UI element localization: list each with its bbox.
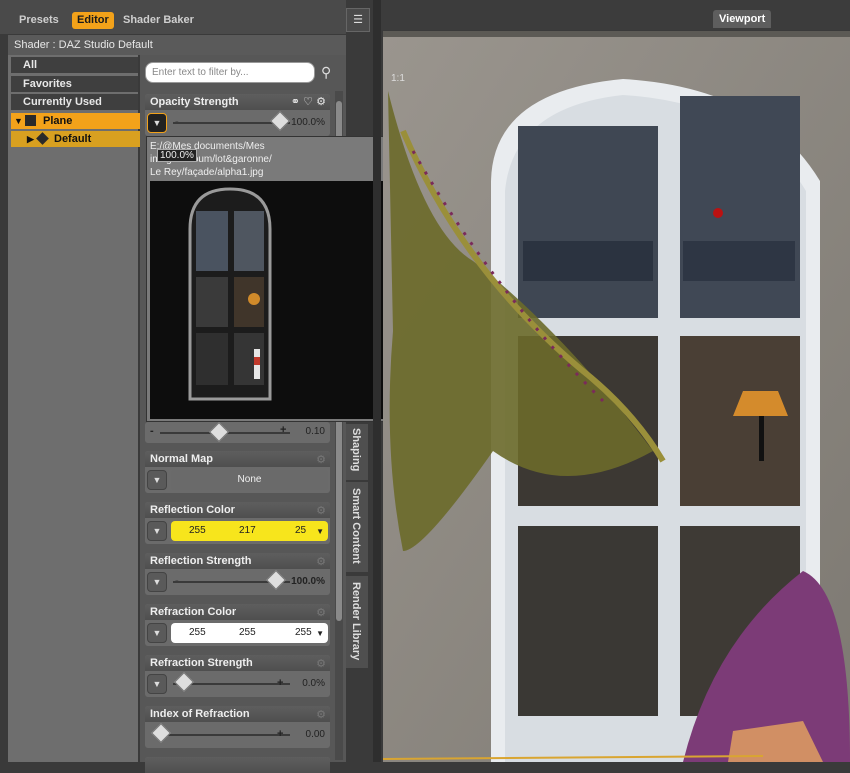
texture-dropdown-button[interactable]: ▼ bbox=[147, 113, 167, 133]
material-icon bbox=[36, 132, 49, 145]
color-picker-arrow-icon[interactable]: ▼ bbox=[316, 629, 324, 638]
refraction-strength-property: Refraction Strength ⚙ ▼ + 0.0% bbox=[145, 655, 330, 697]
tree-category-currently-used[interactable]: Currently Used bbox=[11, 94, 138, 110]
pane-options-icon[interactable]: ☰ bbox=[346, 8, 370, 32]
side-tab-smart-content[interactable]: Smart Content bbox=[346, 482, 368, 572]
texture-dropdown-button[interactable]: ▼ bbox=[147, 470, 167, 490]
property-label: Reflection Strength bbox=[145, 553, 330, 569]
texture-dropdown-button[interactable]: ▼ bbox=[147, 572, 167, 592]
color-r: 255 bbox=[189, 627, 206, 638]
refraction-color-field[interactable]: 255 255 255 ▼ bbox=[171, 623, 328, 643]
index-of-refraction-slider[interactable] bbox=[155, 734, 290, 736]
tree-node-plane[interactable]: ▼ Plane bbox=[11, 113, 146, 129]
tree-category-all[interactable]: All bbox=[11, 57, 138, 73]
slider-value[interactable]: 100.0% bbox=[291, 117, 325, 128]
color-b: 255 bbox=[295, 627, 312, 638]
gear-icon[interactable]: ⚙ bbox=[316, 606, 326, 619]
texture-dropdown-button[interactable]: ▼ bbox=[147, 674, 167, 694]
pane-tab-bar: Presets Editor Shader Baker bbox=[0, 0, 346, 34]
slider-thumb[interactable] bbox=[266, 570, 286, 590]
link-icon[interactable]: ⚭ bbox=[291, 95, 300, 108]
normal-map-property: Normal Map ⚙ ▼ None bbox=[145, 451, 330, 493]
gear-icon[interactable]: ⚙ bbox=[316, 708, 326, 721]
side-tab-render-library[interactable]: Render Library bbox=[346, 576, 368, 668]
favorite-heart-icon[interactable]: ♡ bbox=[303, 95, 313, 108]
property-label: Index of Refraction bbox=[145, 706, 330, 722]
increment-icon[interactable]: + bbox=[280, 424, 286, 436]
tree-category-favorites[interactable]: Favorites bbox=[11, 76, 138, 92]
tree-node-label: Default bbox=[54, 133, 92, 145]
pane-divider[interactable] bbox=[373, 0, 381, 762]
viewport-tab-bar: Viewport bbox=[381, 0, 850, 30]
opacity-strength-property: Opacity Strength ⚭ ♡ ⚙ ▼ - 100.0% bbox=[145, 94, 330, 136]
window-silhouette-icon bbox=[150, 181, 388, 419]
increment-icon[interactable]: + bbox=[277, 728, 283, 740]
side-tab-label: Smart Content bbox=[350, 488, 362, 564]
slider-value[interactable]: 0.10 bbox=[306, 426, 325, 437]
side-tab-label: Shaping bbox=[350, 428, 362, 472]
reflection-strength-property: Reflection Strength ⚙ ▼ - 100.0% bbox=[145, 553, 330, 595]
tab-editor[interactable]: Editor bbox=[72, 12, 114, 29]
next-property bbox=[145, 757, 330, 773]
slider-thumb[interactable] bbox=[174, 672, 194, 692]
tab-shader-baker[interactable]: Shader Baker bbox=[118, 12, 199, 29]
search-icon[interactable]: ⚲ bbox=[321, 64, 339, 82]
slider-value[interactable]: 0.00 bbox=[306, 729, 325, 740]
material-tree: All Favorites Currently Used ▼ Plane ▶ D… bbox=[8, 55, 146, 762]
color-r: 255 bbox=[189, 525, 206, 536]
texture-preview-image bbox=[150, 181, 388, 419]
viewport-canvas[interactable]: 1:1 bbox=[383, 31, 850, 762]
side-tab-shaping[interactable]: Shaping bbox=[346, 424, 368, 480]
property-label: Reflection Color bbox=[145, 502, 330, 518]
slider-thumb[interactable] bbox=[151, 723, 171, 743]
viewport-zoom-label: 1:1 bbox=[391, 73, 405, 84]
slider-thumb[interactable] bbox=[270, 111, 290, 131]
slider-thumb[interactable] bbox=[209, 422, 229, 442]
increment-icon[interactable]: + bbox=[277, 677, 283, 689]
shader-header: Shader : DAZ Studio Default bbox=[8, 35, 346, 55]
expand-arrow-icon[interactable]: ▼ bbox=[14, 113, 23, 129]
normal-map-value[interactable]: None bbox=[171, 470, 328, 490]
gear-icon[interactable]: ⚙ bbox=[316, 453, 326, 466]
tab-presets[interactable]: Presets bbox=[14, 12, 64, 29]
color-g: 217 bbox=[239, 525, 256, 536]
scene-render bbox=[383, 31, 850, 762]
texture-dropdown-button[interactable]: ▼ bbox=[147, 521, 167, 541]
filter-input[interactable]: Enter text to filter by... bbox=[145, 62, 315, 83]
color-picker-arrow-icon[interactable]: ▼ bbox=[316, 527, 324, 536]
tree-node-label: Plane bbox=[43, 115, 73, 127]
figure-icon bbox=[25, 115, 36, 126]
hidden-property: - + 0.10 bbox=[145, 422, 330, 443]
gear-icon[interactable]: ⚙ bbox=[316, 657, 326, 670]
value-badge: 100.0% bbox=[157, 149, 197, 162]
side-tab-label: Render Library bbox=[350, 582, 362, 661]
gear-icon[interactable]: ⚙ bbox=[316, 504, 326, 517]
property-label: Refraction Color bbox=[145, 604, 330, 620]
collapse-arrow-icon[interactable]: ▶ bbox=[27, 131, 34, 147]
refraction-color-property: Refraction Color ⚙ ▼ 255 255 255 ▼ bbox=[145, 604, 330, 646]
property-label: Refraction Strength bbox=[145, 655, 330, 671]
texture-dropdown-button[interactable]: ▼ bbox=[147, 623, 167, 643]
tree-node-default[interactable]: ▶ Default bbox=[11, 131, 146, 147]
gear-icon[interactable]: ⚙ bbox=[316, 555, 326, 568]
property-head bbox=[145, 757, 330, 773]
property-label: Normal Map bbox=[145, 451, 330, 467]
gear-icon[interactable]: ⚙ bbox=[316, 95, 326, 108]
tab-viewport[interactable]: Viewport bbox=[713, 10, 772, 28]
decrement-icon[interactable]: - bbox=[150, 425, 154, 437]
reflection-color-property: Reflection Color ⚙ ▼ 255 217 25 ▼ bbox=[145, 502, 330, 544]
slider-value[interactable]: 100.0% bbox=[291, 576, 325, 587]
slider-value[interactable]: 0.0% bbox=[302, 678, 325, 689]
index-of-refraction-property: Index of Refraction ⚙ + 0.00 bbox=[145, 706, 330, 748]
reflection-color-field[interactable]: 255 217 25 ▼ bbox=[171, 521, 328, 541]
color-b: 25 bbox=[295, 525, 307, 536]
texture-tooltip: E:/@Mes documents/Mes images/album/lot&g… bbox=[146, 136, 389, 422]
color-g: 255 bbox=[239, 627, 256, 638]
